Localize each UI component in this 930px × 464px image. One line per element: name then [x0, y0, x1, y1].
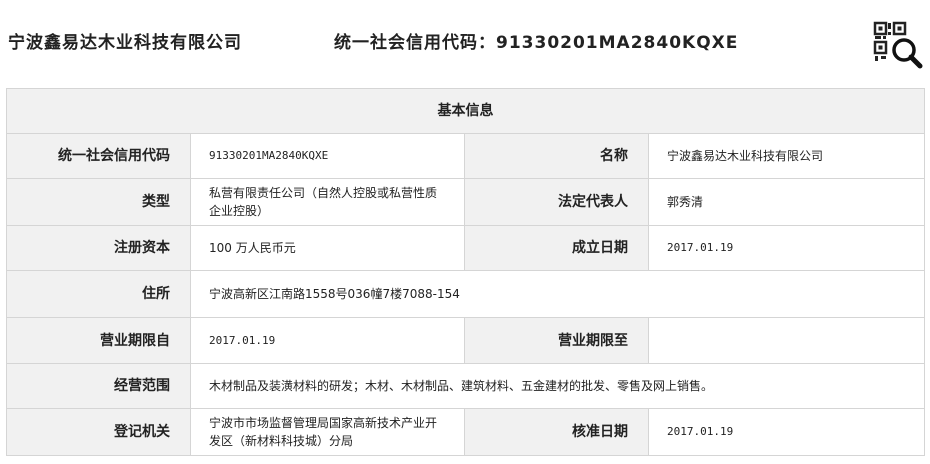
credit-code-heading-label: 统一社会信用代码：: [334, 33, 496, 53]
label-term-from: 营业期限自: [6, 317, 191, 364]
qr-search-icon[interactable]: [872, 20, 924, 70]
credit-code-heading-value: 91330201MA2840KQXE: [496, 33, 739, 53]
label-name: 名称: [464, 133, 649, 179]
company-name: 宁波鑫易达木业科技有限公司: [8, 33, 242, 53]
value-term-from: 2017.01.19: [190, 317, 465, 364]
page-header: 宁波鑫易达木业科技有限公司 统一社会信用代码：91330201MA2840KQX…: [0, 0, 930, 80]
value-term-to: [648, 317, 925, 364]
label-term-to: 营业期限至: [464, 317, 649, 364]
table-row: 经营范围 木材制品及装潢材料的研发；木材、木材制品、建筑材料、五金建材的批发、零…: [6, 363, 925, 409]
value-credit-code: 91330201MA2840KQXE: [190, 133, 465, 179]
basic-info-table: 基本信息 统一社会信用代码 91330201MA2840KQXE 名称 宁波鑫易…: [6, 88, 925, 456]
label-approved: 核准日期: [464, 408, 649, 456]
label-established: 成立日期: [464, 225, 649, 271]
label-address: 住所: [6, 270, 191, 318]
label-scope: 经营范围: [6, 363, 191, 409]
value-name: 宁波鑫易达木业科技有限公司: [648, 133, 925, 179]
credit-code-heading: 统一社会信用代码：91330201MA2840KQXE: [334, 28, 738, 53]
value-authority: 宁波市市场监督管理局国家高新技术产业开发区（新材料科技城）分局: [190, 408, 465, 456]
table-row: 注册资本 100 万人民币元 成立日期 2017.01.19: [6, 225, 925, 271]
table-row: 登记机关 宁波市市场监督管理局国家高新技术产业开发区（新材料科技城）分局 核准日…: [6, 408, 925, 456]
value-type: 私营有限责任公司（自然人控股或私营性质企业控股）: [190, 178, 465, 226]
label-legal-rep: 法定代表人: [464, 178, 649, 226]
table-row: 统一社会信用代码 91330201MA2840KQXE 名称 宁波鑫易达木业科技…: [6, 133, 925, 179]
table-row: 营业期限自 2017.01.19 营业期限至: [6, 317, 925, 364]
table-row: 住所 宁波高新区江南路1558号036幢7楼7088-154: [6, 270, 925, 318]
value-scope: 木材制品及装潢材料的研发；木材、木材制品、建筑材料、五金建材的批发、零售及网上销…: [190, 363, 925, 409]
label-type: 类型: [6, 178, 191, 226]
label-credit-code: 统一社会信用代码: [6, 133, 191, 179]
value-established: 2017.01.19: [648, 225, 925, 271]
value-address: 宁波高新区江南路1558号036幢7楼7088-154: [190, 270, 925, 318]
label-capital: 注册资本: [6, 225, 191, 271]
value-approved: 2017.01.19: [648, 408, 925, 456]
label-authority: 登记机关: [6, 408, 191, 456]
value-legal-rep: 郭秀清: [648, 178, 925, 226]
table-title: 基本信息: [6, 88, 925, 134]
table-title-row: 基本信息: [6, 88, 925, 134]
qr-search-svg: [873, 21, 923, 69]
value-capital: 100 万人民币元: [190, 225, 465, 271]
table-row: 类型 私营有限责任公司（自然人控股或私营性质企业控股） 法定代表人 郭秀清: [6, 178, 925, 226]
